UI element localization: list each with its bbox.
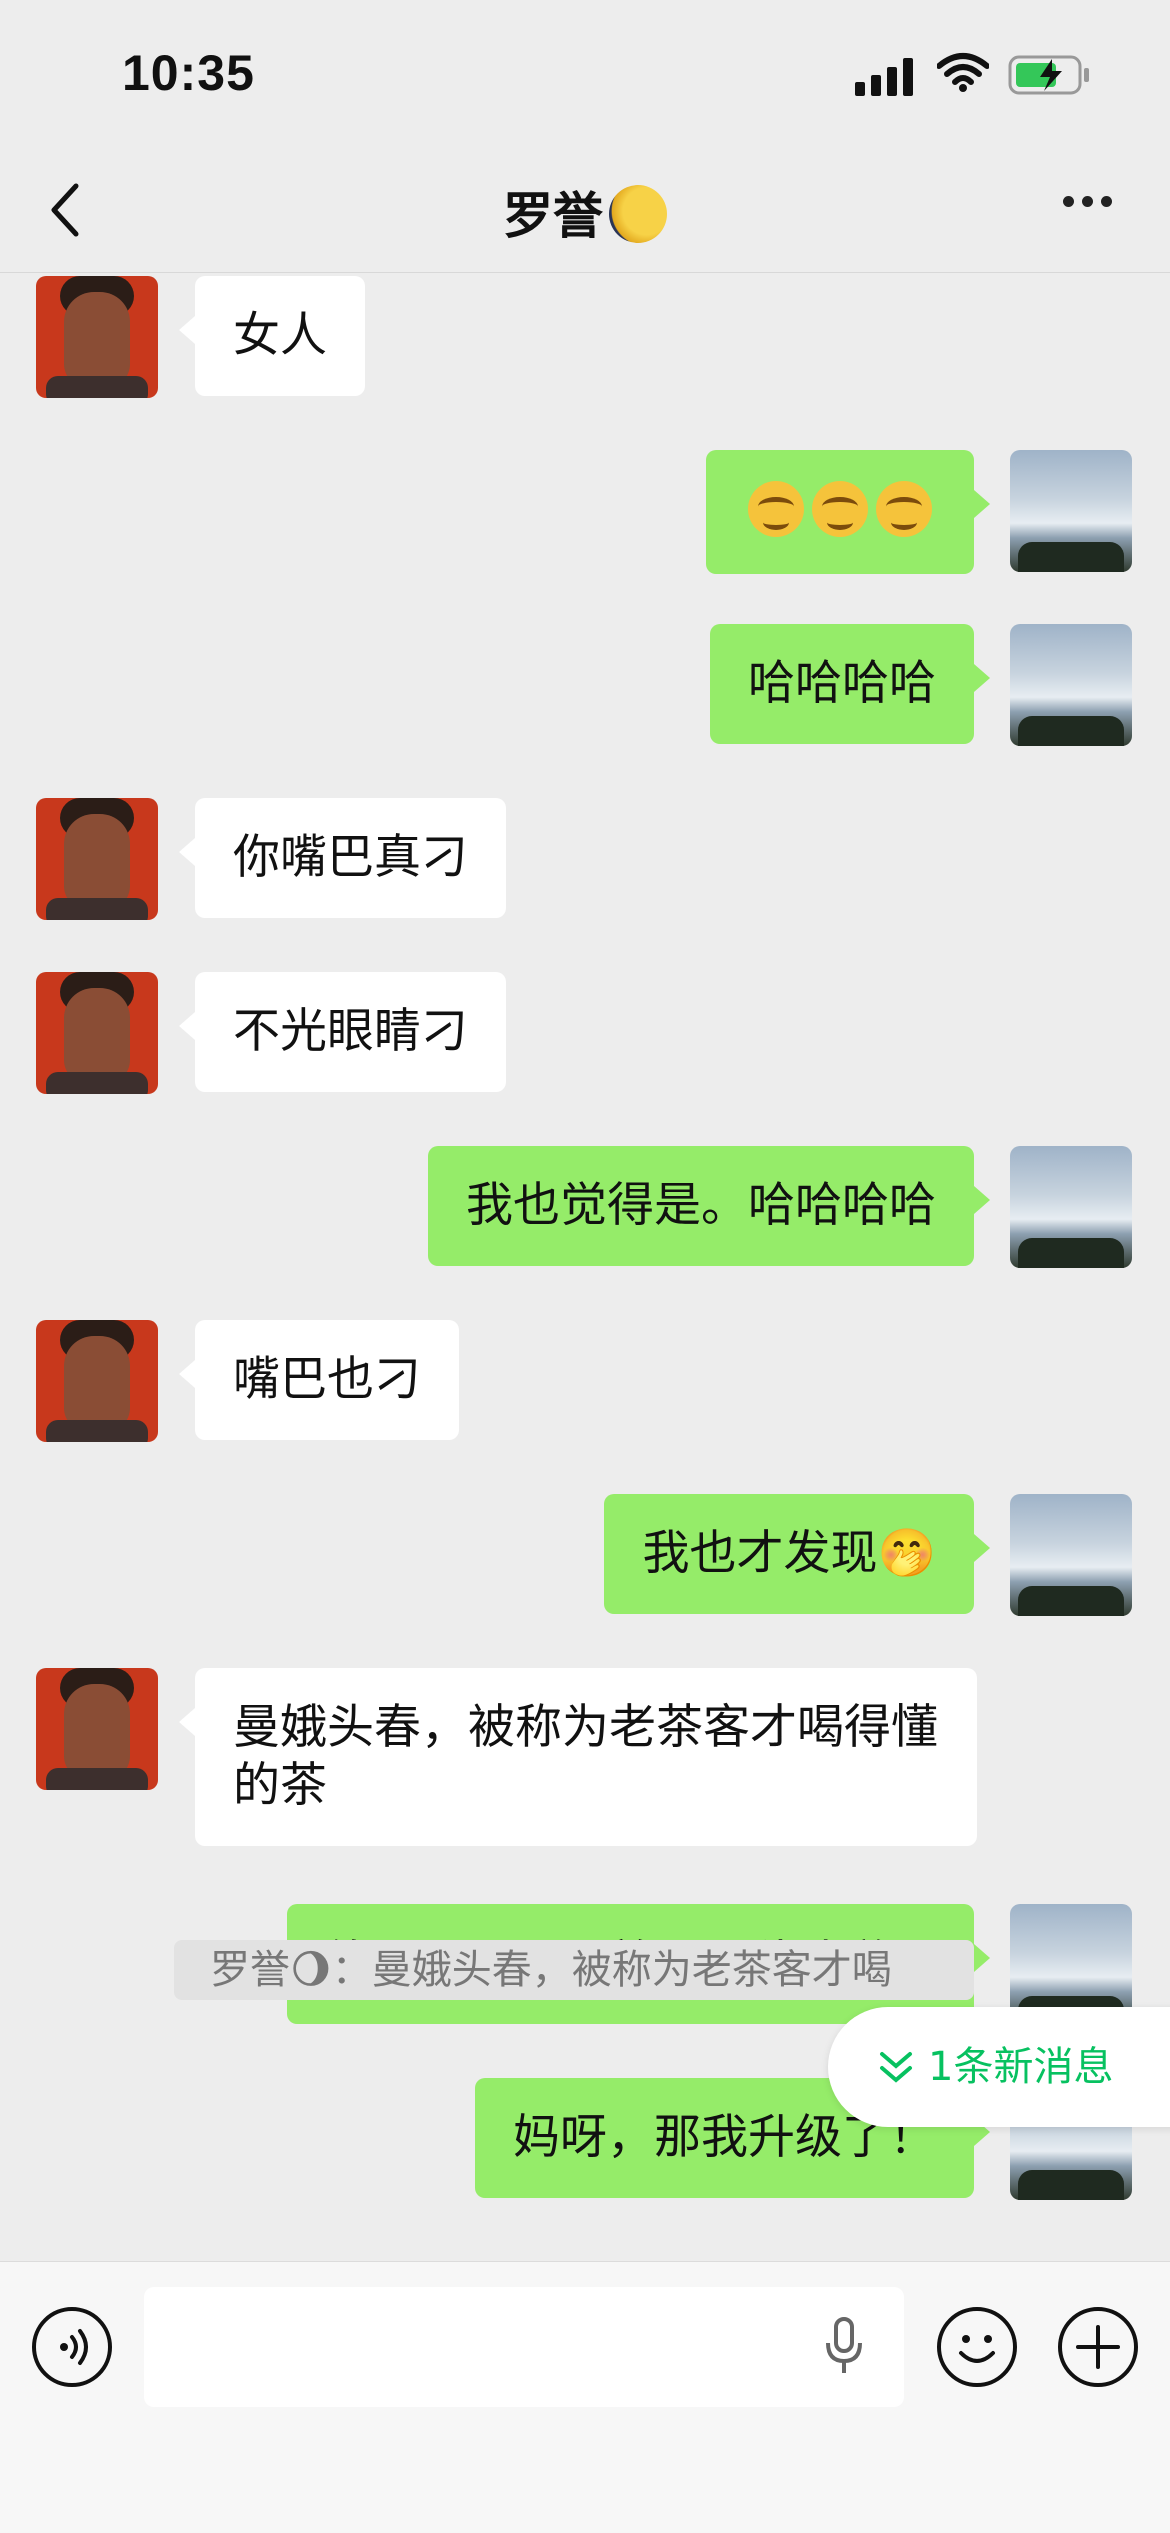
incoming-message[interactable]: 曼娥头春，被称为老茶客才喝得懂的茶 bbox=[179, 1668, 977, 1846]
new-messages-button[interactable]: 1条新消息 bbox=[828, 2007, 1170, 2127]
input-bar bbox=[0, 2261, 1170, 2533]
contact-avatar[interactable] bbox=[36, 1320, 158, 1442]
smirk-emoji-icon bbox=[876, 481, 932, 537]
microphone-icon[interactable] bbox=[824, 2317, 864, 2377]
my-avatar[interactable] bbox=[1010, 1494, 1132, 1616]
cellular-signal-icon bbox=[855, 58, 913, 96]
new-messages-label: 1条新消息 bbox=[928, 2044, 1114, 2090]
my-avatar[interactable] bbox=[1010, 624, 1132, 746]
smirk-emoji-icon bbox=[748, 481, 804, 537]
contact-avatar[interactable] bbox=[36, 1668, 158, 1790]
incoming-message[interactable]: 你嘴巴真刁 bbox=[179, 798, 506, 918]
contact-name: 罗誉 bbox=[503, 187, 603, 245]
outgoing-message[interactable]: 我也才发现🤭 bbox=[604, 1494, 990, 1614]
outgoing-message[interactable] bbox=[706, 450, 990, 574]
message-input[interactable] bbox=[144, 2287, 904, 2407]
smirk-emoji-icon bbox=[812, 481, 868, 537]
double-chevron-down-icon bbox=[880, 2052, 912, 2083]
status-time: 10:35 bbox=[122, 45, 255, 101]
more-options-icon[interactable] bbox=[1055, 192, 1112, 211]
my-avatar[interactable] bbox=[1010, 1146, 1132, 1268]
voice-input-icon[interactable] bbox=[32, 2307, 112, 2387]
contact-avatar[interactable] bbox=[36, 798, 158, 920]
quoted-message-preview[interactable]: 罗誉🌖：曼娥头春，被称为老茶客才喝 bbox=[174, 1940, 974, 2000]
chat-header: 罗誉 bbox=[0, 150, 1170, 273]
outgoing-message[interactable]: 我也觉得是。哈哈哈哈 bbox=[428, 1146, 990, 1266]
contact-avatar[interactable] bbox=[36, 276, 158, 398]
wifi-icon bbox=[937, 53, 989, 92]
moon-emoji-icon bbox=[609, 185, 667, 243]
add-attachment-icon[interactable] bbox=[1058, 2307, 1138, 2387]
outgoing-message[interactable]: 哈哈哈哈 bbox=[710, 624, 990, 744]
battery-charging-icon bbox=[1008, 55, 1089, 95]
incoming-message[interactable]: 嘴巴也刁 bbox=[179, 1320, 459, 1440]
incoming-message[interactable]: 不光眼睛刁 bbox=[179, 972, 506, 1092]
emoji-button-icon[interactable] bbox=[937, 2307, 1017, 2387]
chat-title: 罗誉 bbox=[0, 176, 1170, 248]
incoming-message[interactable]: 女人 bbox=[179, 276, 365, 396]
status-bar: 10:35 bbox=[0, 0, 1170, 150]
contact-avatar[interactable] bbox=[36, 972, 158, 1094]
my-avatar[interactable] bbox=[1010, 450, 1132, 572]
